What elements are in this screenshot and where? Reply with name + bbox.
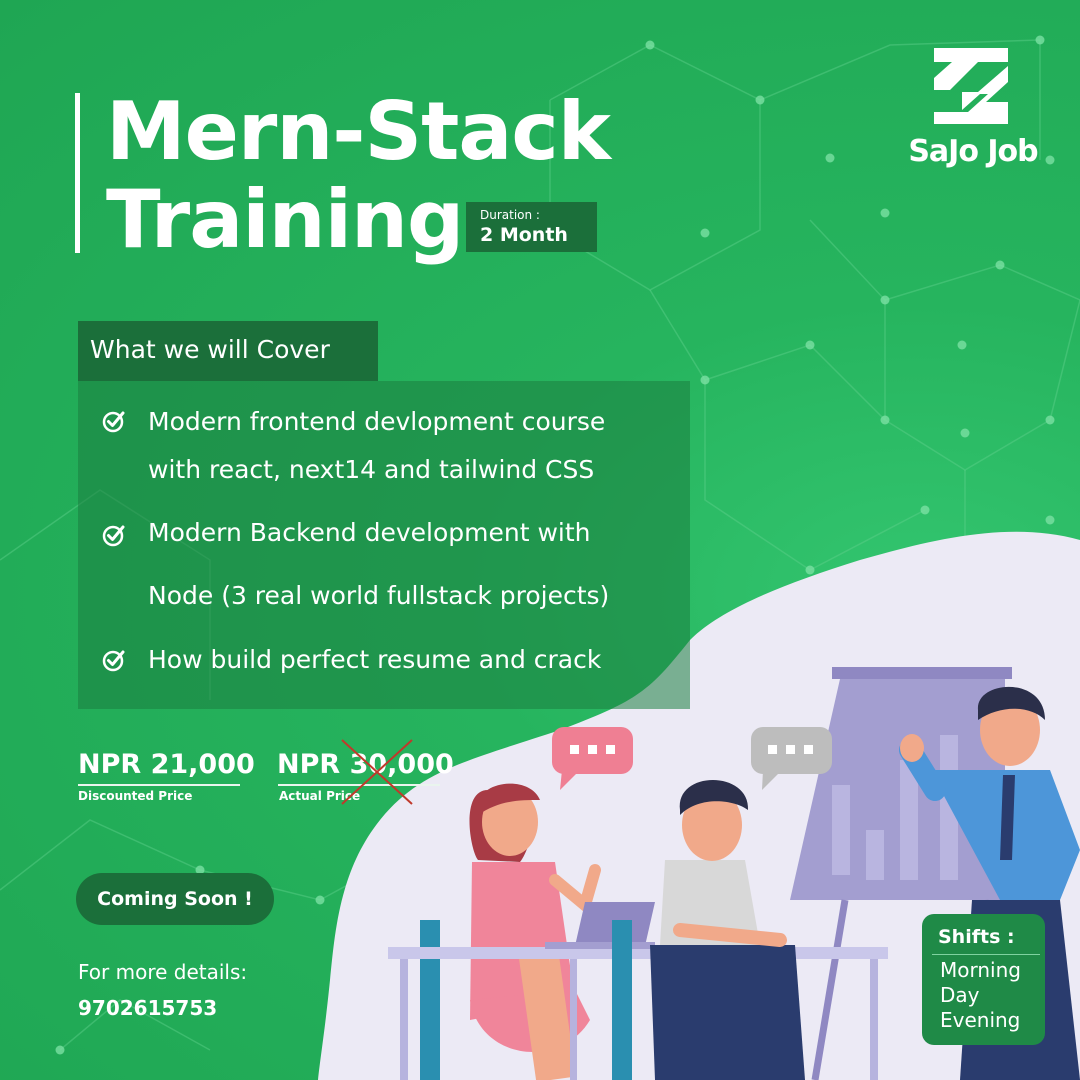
shifts-card: Shifts : Morning Day Evening: [922, 914, 1045, 1045]
shifts-divider: [932, 954, 1040, 955]
shifts-title: Shifts :: [938, 926, 1015, 948]
shift-evening: Evening: [940, 1008, 1021, 1032]
student-woman: [420, 783, 601, 1080]
shift-day: Day: [940, 983, 980, 1007]
classroom-illustration: [388, 667, 1080, 1080]
shift-morning: Morning: [940, 958, 1021, 982]
speech-bubble-icon: [552, 727, 633, 790]
desk: [388, 947, 888, 1080]
training-poster: Mern-Stack Training Duration : 2 Month S…: [0, 0, 1080, 1080]
